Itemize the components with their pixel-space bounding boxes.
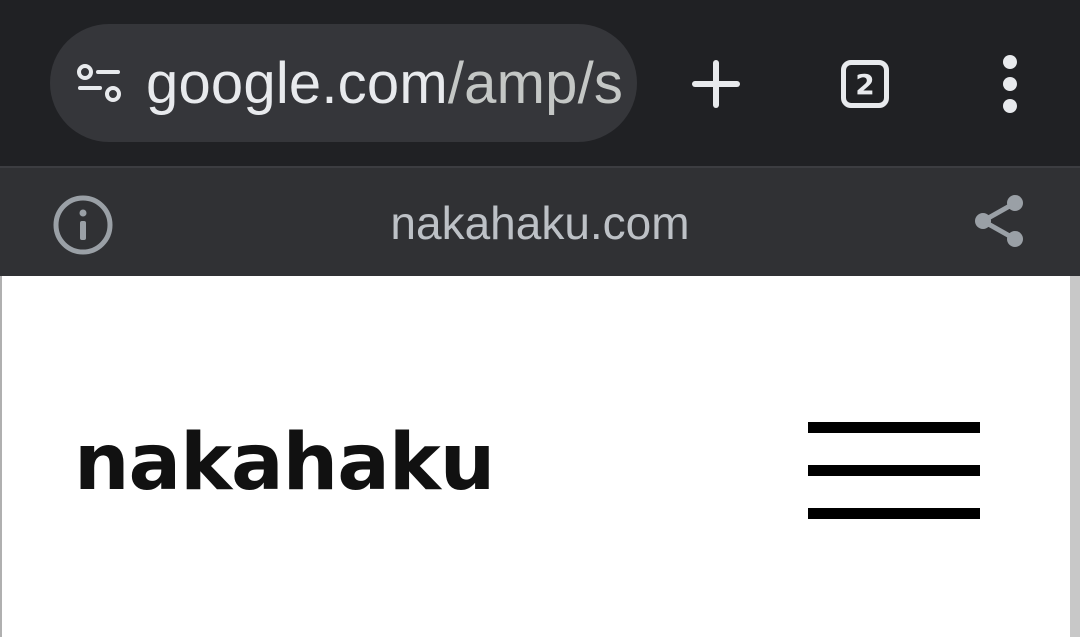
tab-count-icon: 2	[841, 60, 889, 108]
tab-switcher-button[interactable]: 2	[826, 48, 904, 120]
amp-share-button[interactable]	[968, 190, 1030, 252]
amp-domain: nakahaku.com	[390, 197, 690, 249]
new-tab-button[interactable]	[680, 48, 752, 120]
browser-toolbar: google.com/amp/s 2	[0, 0, 1080, 166]
tune-icon[interactable]	[76, 63, 122, 103]
url-domain: google.com	[146, 50, 448, 116]
url-path: /amp/s	[447, 50, 624, 116]
web-page: nakahaku	[0, 276, 1080, 637]
share-icon	[975, 195, 1023, 247]
page-scrollbar[interactable]	[1070, 276, 1080, 637]
tab-count: 2	[855, 67, 875, 101]
hamburger-line-middle	[808, 465, 980, 476]
site-title[interactable]: nakahaku	[74, 424, 495, 502]
hamburger-menu-icon[interactable]	[808, 422, 980, 522]
plus-icon	[692, 60, 740, 108]
amp-viewer-bar: nakahaku.com	[0, 166, 1080, 276]
url-text[interactable]: google.com/amp/s	[146, 50, 623, 117]
address-bar[interactable]: google.com/amp/s	[50, 24, 637, 142]
browser-menu-button[interactable]	[980, 44, 1040, 124]
more-vert-icon	[1003, 55, 1017, 113]
hamburger-line-bottom	[808, 508, 980, 519]
hamburger-line-top	[808, 422, 980, 433]
